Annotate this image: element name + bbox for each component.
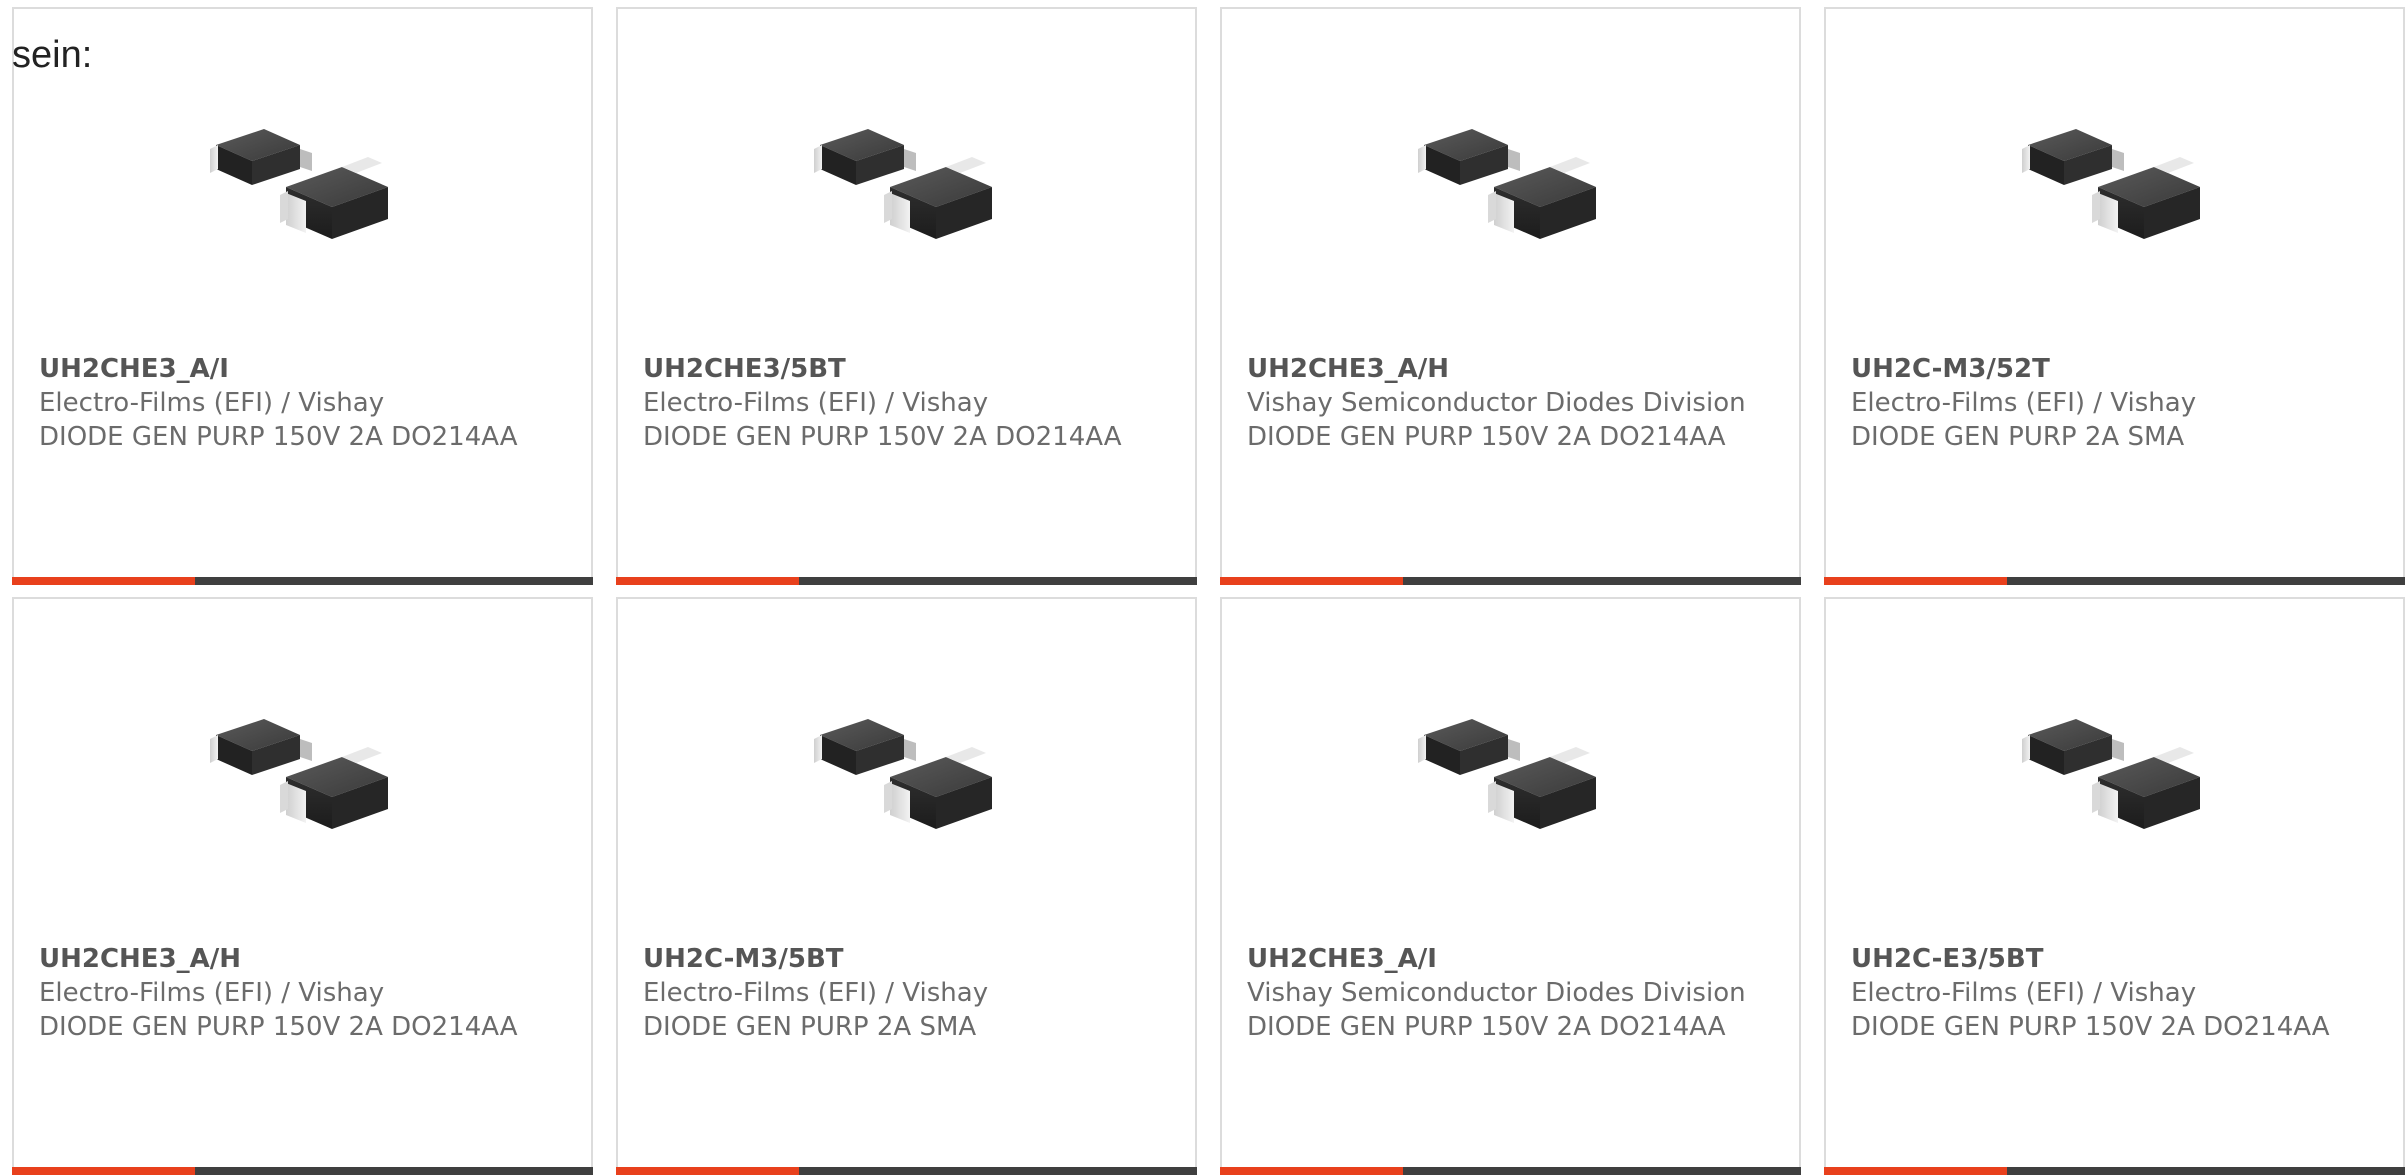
part-number[interactable]: UH2CHE3_A/H xyxy=(1247,352,1767,386)
manufacturer: Electro-Films (EFI) / Vishay xyxy=(643,388,989,418)
card-footer-bar xyxy=(1220,577,1801,585)
card-footer-bar xyxy=(12,577,593,585)
diode-package-icon xyxy=(1418,129,1596,239)
part-number[interactable]: UH2CHE3_A/H xyxy=(39,942,559,976)
description: DIODE GEN PURP 150V 2A DO214AA xyxy=(39,1012,518,1042)
card-accent-bar xyxy=(1220,577,1403,585)
product-info: UH2CHE3/5BT Electro-Films (EFI) / Vishay… xyxy=(643,352,1163,454)
product-info: UH2C-E3/5BT Electro-Films (EFI) / Vishay… xyxy=(1851,942,2371,1044)
product-info: UH2CHE3_A/H Vishay Semiconductor Diodes … xyxy=(1247,352,1767,454)
part-number[interactable]: UH2C-E3/5BT xyxy=(1851,942,2371,976)
diode-package-icon xyxy=(814,719,992,829)
card-accent-bar xyxy=(12,1167,195,1175)
diode-package-icon xyxy=(814,129,992,239)
part-number[interactable]: UH2C-M3/52T xyxy=(1851,352,2371,386)
description: DIODE GEN PURP 150V 2A DO214AA xyxy=(643,422,1122,452)
diode-package-icon xyxy=(210,129,388,239)
card-footer-bar xyxy=(12,1167,593,1175)
card-footer-bar xyxy=(1824,577,2405,585)
part-number[interactable]: UH2C-M3/5BT xyxy=(643,942,1163,976)
manufacturer: Electro-Films (EFI) / Vishay xyxy=(39,978,385,1008)
manufacturer: Electro-Films (EFI) / Vishay xyxy=(1851,388,2197,418)
product-image[interactable] xyxy=(806,87,1006,287)
product-card[interactable]: UH2CHE3_A/I Electro-Films (EFI) / Vishay… xyxy=(12,7,593,585)
description: DIODE GEN PURP 2A SMA xyxy=(643,1012,977,1042)
intro-text: sein: xyxy=(12,34,93,76)
product-card[interactable]: UH2CHE3_A/H Electro-Films (EFI) / Vishay… xyxy=(12,597,593,1175)
part-number[interactable]: UH2CHE3/5BT xyxy=(643,352,1163,386)
product-image[interactable] xyxy=(202,87,402,287)
product-card[interactable]: UH2C-M3/52T Electro-Films (EFI) / Vishay… xyxy=(1824,7,2405,585)
product-info: UH2CHE3_A/I Electro-Films (EFI) / Vishay… xyxy=(39,352,559,454)
card-accent-bar xyxy=(1824,577,2007,585)
product-image[interactable] xyxy=(806,677,1006,877)
manufacturer: Electro-Films (EFI) / Vishay xyxy=(643,978,989,1008)
diode-package-icon xyxy=(2022,129,2200,239)
description: DIODE GEN PURP 150V 2A DO214AA xyxy=(1247,1012,1726,1042)
diode-package-icon xyxy=(210,719,388,829)
product-grid: UH2CHE3_A/I Electro-Films (EFI) / Vishay… xyxy=(12,7,2405,1175)
manufacturer: Vishay Semiconductor Diodes Division xyxy=(1247,978,1746,1008)
description: DIODE GEN PURP 150V 2A DO214AA xyxy=(39,422,518,452)
card-accent-bar xyxy=(1824,1167,2007,1175)
description: DIODE GEN PURP 2A SMA xyxy=(1851,422,2185,452)
card-accent-bar xyxy=(1220,1167,1403,1175)
product-card[interactable]: UH2C-M3/5BT Electro-Films (EFI) / Vishay… xyxy=(616,597,1197,1175)
product-image[interactable] xyxy=(2014,677,2214,877)
product-info: UH2CHE3_A/I Vishay Semiconductor Diodes … xyxy=(1247,942,1767,1044)
product-image[interactable] xyxy=(2014,87,2214,287)
part-number[interactable]: UH2CHE3_A/I xyxy=(1247,942,1767,976)
card-accent-bar xyxy=(12,577,195,585)
description: DIODE GEN PURP 150V 2A DO214AA xyxy=(1247,422,1726,452)
card-accent-bar xyxy=(616,577,799,585)
card-footer-bar xyxy=(616,577,1197,585)
card-footer-bar xyxy=(1220,1167,1801,1175)
card-footer-bar xyxy=(1824,1167,2405,1175)
product-info: UH2C-M3/5BT Electro-Films (EFI) / Vishay… xyxy=(643,942,1163,1044)
part-number[interactable]: UH2CHE3_A/I xyxy=(39,352,559,386)
manufacturer: Vishay Semiconductor Diodes Division xyxy=(1247,388,1746,418)
product-image[interactable] xyxy=(202,677,402,877)
product-card[interactable]: UH2CHE3_A/H Vishay Semiconductor Diodes … xyxy=(1220,7,1801,585)
manufacturer: Electro-Films (EFI) / Vishay xyxy=(1851,978,2197,1008)
product-card[interactable]: UH2CHE3_A/I Vishay Semiconductor Diodes … xyxy=(1220,597,1801,1175)
product-image[interactable] xyxy=(1410,677,1610,877)
diode-package-icon xyxy=(1418,719,1596,829)
card-accent-bar xyxy=(616,1167,799,1175)
product-info: UH2CHE3_A/H Electro-Films (EFI) / Vishay… xyxy=(39,942,559,1044)
diode-package-icon xyxy=(2022,719,2200,829)
description: DIODE GEN PURP 150V 2A DO214AA xyxy=(1851,1012,2330,1042)
product-card[interactable]: UH2CHE3/5BT Electro-Films (EFI) / Vishay… xyxy=(616,7,1197,585)
card-footer-bar xyxy=(616,1167,1197,1175)
product-image[interactable] xyxy=(1410,87,1610,287)
manufacturer: Electro-Films (EFI) / Vishay xyxy=(39,388,385,418)
product-info: UH2C-M3/52T Electro-Films (EFI) / Vishay… xyxy=(1851,352,2371,454)
product-card[interactable]: UH2C-E3/5BT Electro-Films (EFI) / Vishay… xyxy=(1824,597,2405,1175)
